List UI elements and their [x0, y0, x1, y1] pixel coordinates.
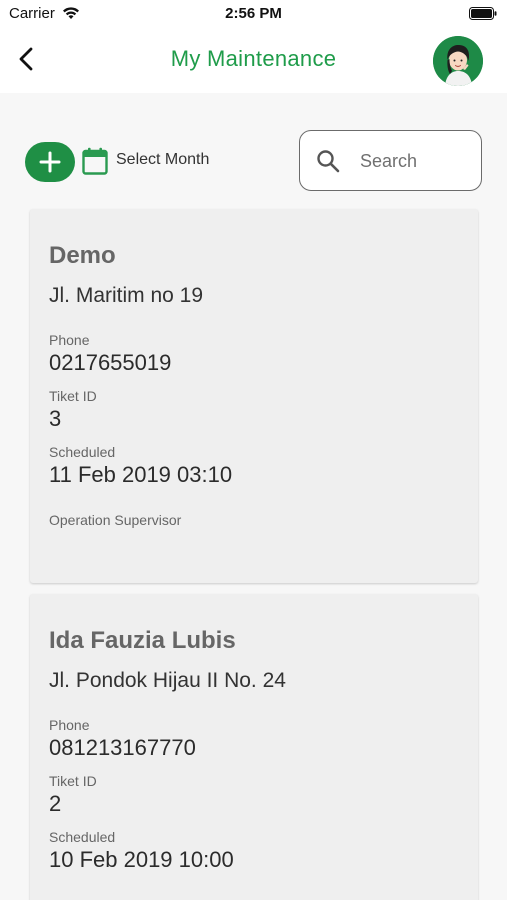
- ticket-card[interactable]: Demo Jl. Maritim no 19 Phone 0217655019 …: [30, 209, 478, 583]
- phone-label: Phone: [49, 717, 90, 733]
- nav-bar: My Maintenance: [0, 28, 507, 93]
- scheduled-label: Scheduled: [49, 444, 116, 460]
- ticket-address: Jl. Maritim no 19: [49, 284, 204, 307]
- ticket-role: Operation Supervisor: [49, 512, 182, 528]
- ticket-customer-name: Ida Fauzia Lubis: [49, 627, 236, 654]
- phone-value: 0217655019: [49, 350, 172, 375]
- ticket-address: Jl. Pondok Hijau II No. 24: [49, 669, 286, 692]
- user-avatar-icon: [433, 36, 483, 86]
- select-month-link[interactable]: Select Month: [116, 151, 209, 169]
- add-ticket-button[interactable]: [25, 142, 75, 182]
- search-box[interactable]: [299, 130, 482, 191]
- battery-icon: [469, 7, 497, 20]
- calendar-icon[interactable]: [82, 147, 108, 175]
- search-icon: [317, 150, 340, 173]
- ticket-card[interactable]: Ida Fauzia Lubis Jl. Pondok Hijau II No.…: [30, 594, 478, 900]
- status-time: 2:56 PM: [225, 5, 282, 22]
- page-title: My Maintenance: [170, 46, 337, 71]
- status-bar: Carrier 2:56 PM: [0, 0, 507, 28]
- phone-label: Phone: [49, 332, 90, 348]
- search-input[interactable]: [360, 147, 470, 175]
- scheduled-label: Scheduled: [49, 829, 116, 845]
- ticket-customer-name: Demo: [49, 242, 116, 269]
- scheduled-value: 11 Feb 2019 03:10: [49, 462, 233, 487]
- phone-value: 081213167770: [49, 735, 196, 760]
- plus-icon: [39, 151, 61, 173]
- ticket-id-value: 2: [49, 791, 62, 816]
- ticket-id-label: Tiket ID: [49, 388, 97, 404]
- ticket-id-value: 3: [49, 406, 62, 431]
- ticket-id-label: Tiket ID: [49, 773, 97, 789]
- scheduled-value: 10 Feb 2019 10:00: [49, 847, 234, 872]
- avatar[interactable]: [433, 36, 483, 86]
